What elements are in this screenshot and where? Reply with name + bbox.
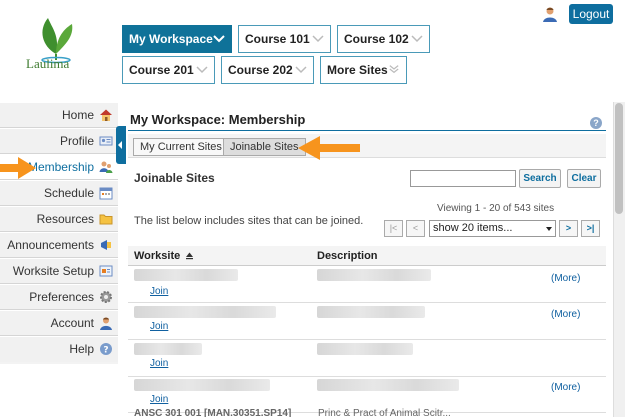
chevron-down-icon	[411, 35, 423, 43]
logo-text: Laulima	[26, 56, 70, 71]
table-row: Join (More)	[128, 266, 606, 303]
folder-icon	[99, 214, 113, 225]
calendar-icon	[99, 187, 113, 200]
nav-item-home[interactable]: Home	[0, 102, 118, 128]
double-chevron-down-icon	[389, 65, 399, 74]
redacted-site-name	[134, 306, 276, 318]
join-link[interactable]: Join	[150, 321, 168, 332]
search-input[interactable]	[410, 170, 516, 187]
redacted-site-name	[134, 269, 238, 281]
nav-item-help[interactable]: Help ?	[0, 336, 118, 362]
join-link[interactable]: Join	[150, 394, 168, 405]
site-tab-label: Course 201	[129, 63, 194, 77]
redacted-site-name	[134, 379, 270, 391]
user-icon	[100, 317, 112, 330]
site-tab-label: Course 101	[245, 32, 310, 46]
clear-button[interactable]: Clear	[567, 169, 601, 188]
nav-item-preferences[interactable]: Preferences	[0, 284, 118, 310]
more-link[interactable]: (More)	[551, 309, 580, 320]
last-page-button[interactable]: >|	[581, 220, 600, 237]
site-tab-more-sites[interactable]: More Sites	[320, 56, 407, 84]
nav-item-label: Membership	[27, 160, 94, 174]
table-row: Join	[128, 340, 606, 377]
site-tab-label: My Workspace	[129, 32, 213, 46]
join-link[interactable]: Join	[150, 286, 168, 297]
nav-item-label: Account	[50, 316, 94, 330]
left-nav: Home Profile Membership Schedule Resourc…	[0, 102, 118, 364]
gear-icon	[100, 291, 112, 303]
next-page-button[interactable]: >	[559, 220, 578, 237]
nav-item-worksite-setup[interactable]: Worksite Setup	[0, 258, 118, 284]
column-header-label: Worksite	[134, 250, 181, 262]
page-size-select[interactable]: show 20 items...	[429, 220, 556, 237]
chevron-down-icon	[196, 66, 208, 74]
chevron-down-icon	[312, 35, 324, 43]
home-icon	[100, 109, 112, 121]
callout-arrow-right	[0, 157, 36, 179]
chevron-down-icon	[295, 66, 307, 74]
redacted-description	[317, 343, 413, 355]
section-title: Joinable Sites	[134, 171, 215, 185]
column-header-description: Description	[317, 250, 378, 262]
site-tab-label: Course 102	[344, 32, 409, 46]
collapse-nav-handle[interactable]	[116, 126, 126, 164]
site-tab-label: Course 202	[228, 63, 293, 77]
nav-item-label: Profile	[59, 134, 94, 148]
nav-item-announcements[interactable]: Announcements	[0, 232, 118, 258]
more-link[interactable]: (More)	[551, 273, 580, 284]
site-tab-my-workspace[interactable]: My Workspace	[122, 25, 232, 53]
nav-item-label: Resources	[36, 212, 94, 226]
subtab-my-current-sites[interactable]: My Current Sites	[133, 138, 229, 156]
more-link[interactable]: (More)	[551, 382, 580, 393]
membership-subtabs: My Current Sites Joinable Sites	[128, 134, 606, 158]
site-tab-course-102[interactable]: Course 102	[337, 25, 430, 53]
site-tab-course-202[interactable]: Course 202	[221, 56, 314, 84]
column-header-worksite[interactable]: Worksite	[134, 246, 194, 266]
profile-card-icon	[99, 136, 113, 146]
viewing-count: Viewing 1 - 20 of 543 sites	[437, 203, 555, 214]
nav-item-label: Worksite Setup	[12, 264, 94, 278]
site-tab-label: More Sites	[327, 63, 388, 77]
join-link[interactable]: Join	[150, 358, 168, 369]
membership-icon	[99, 161, 113, 173]
first-page-button[interactable]: |<	[384, 220, 403, 237]
help-icon: ?	[100, 343, 112, 356]
prev-page-button[interactable]: <	[406, 220, 425, 237]
nav-item-label: Schedule	[43, 186, 94, 200]
chevron-down-icon	[213, 35, 225, 43]
nav-item-profile[interactable]: Profile	[0, 128, 118, 154]
svg-text:?: ?	[103, 346, 108, 356]
table-header: Worksite Description	[128, 246, 606, 266]
redacted-description	[317, 379, 459, 391]
info-text: The list below includes sites that can b…	[134, 215, 364, 227]
redacted-description	[317, 306, 425, 318]
nav-item-label: Help	[69, 342, 94, 356]
worksite-icon	[99, 265, 113, 277]
scrollbar-thumb[interactable]	[615, 103, 623, 214]
subtab-joinable-sites[interactable]: Joinable Sites	[223, 138, 306, 156]
nav-item-resources[interactable]: Resources	[0, 206, 118, 232]
table-row: Join (More)	[128, 303, 606, 340]
page: Laulima Logout My Workspace Course 101 C…	[0, 0, 625, 417]
partial-row-site: ANSC 301 001 [MAN.30351.SP14]	[134, 408, 292, 417]
nav-item-label: Home	[61, 108, 94, 122]
redacted-description	[317, 269, 431, 281]
redacted-site-name	[134, 343, 202, 355]
nav-item-label: Announcements	[7, 238, 94, 252]
help-icon[interactable]: ?	[590, 117, 602, 129]
user-avatar-icon[interactable]	[542, 6, 558, 22]
partial-row-description: Princ & Pract of Animal Scitr...	[318, 408, 451, 417]
logout-button[interactable]: Logout	[569, 4, 613, 24]
page-title: My Workspace: Membership	[130, 112, 306, 127]
site-tab-course-201[interactable]: Course 201	[122, 56, 215, 84]
title-divider	[128, 130, 606, 131]
search-button[interactable]: Search	[519, 169, 561, 188]
megaphone-icon	[101, 240, 111, 250]
nav-item-schedule[interactable]: Schedule	[0, 180, 118, 206]
sort-ascending-icon	[186, 252, 194, 260]
nav-item-account[interactable]: Account	[0, 310, 118, 336]
site-tab-course-101[interactable]: Course 101	[238, 25, 331, 53]
nav-item-label: Preferences	[29, 290, 94, 304]
callout-arrow-left	[298, 136, 360, 160]
